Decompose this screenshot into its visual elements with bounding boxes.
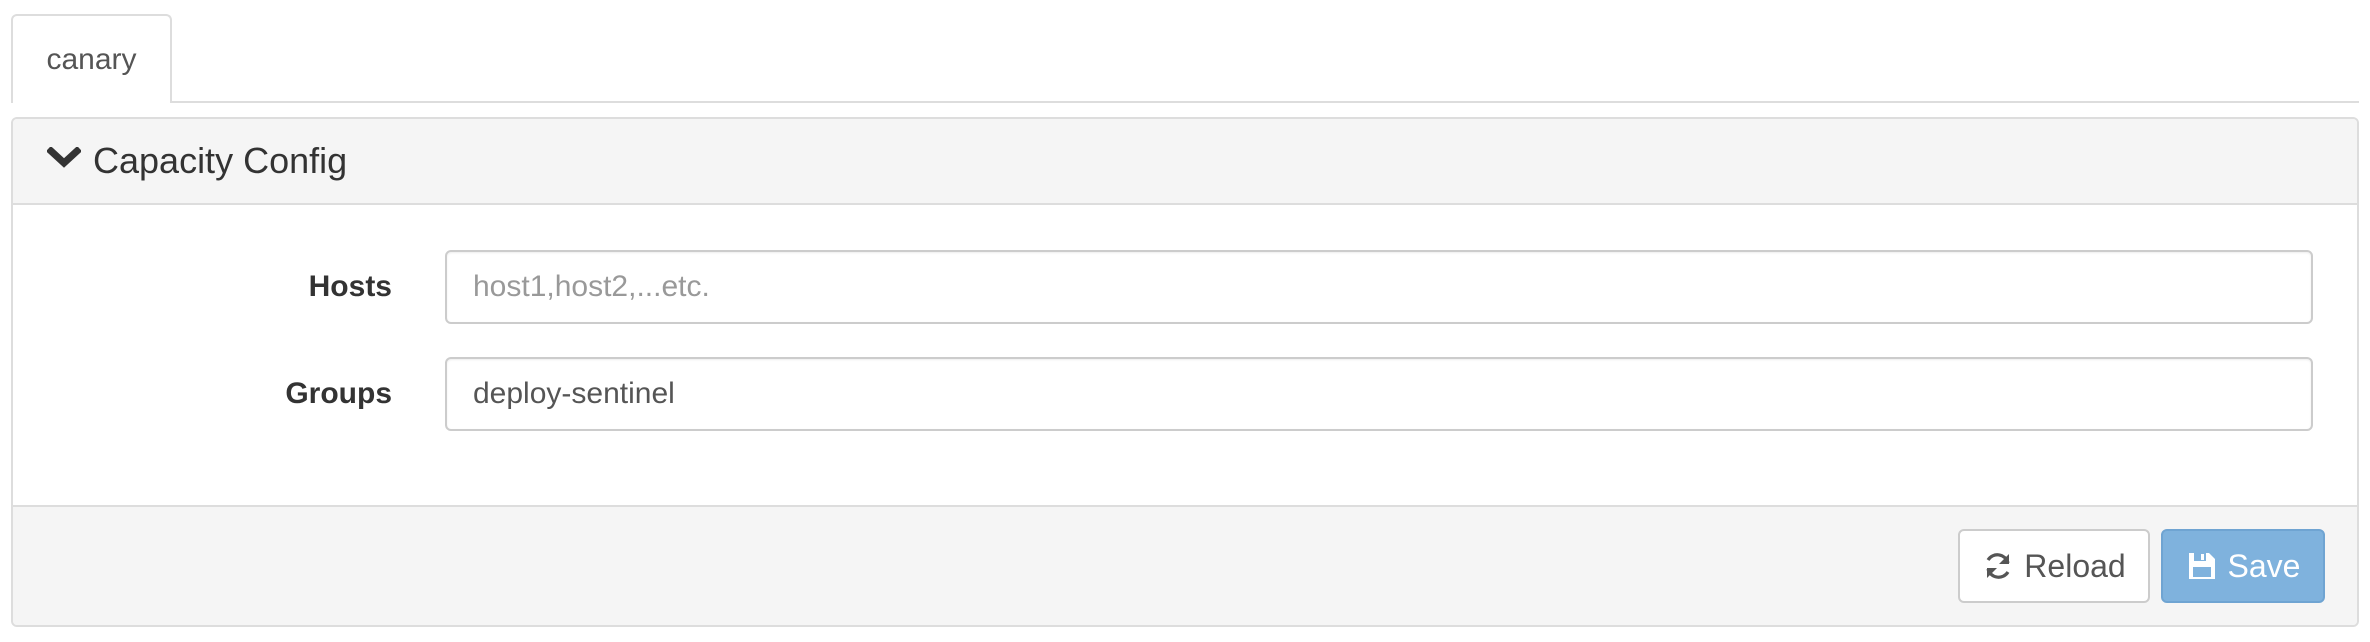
tab-label: canary (46, 42, 137, 76)
panel-footer: Reload Save (13, 505, 2357, 625)
save-icon (2186, 550, 2218, 582)
reload-button[interactable]: Reload (1958, 529, 2150, 603)
hosts-label: Hosts (308, 270, 392, 303)
refresh-icon (1982, 550, 2014, 582)
groups-input[interactable] (445, 357, 2313, 431)
panel-heading[interactable]: Capacity Config (13, 119, 2357, 205)
panel-title: Capacity Config (93, 140, 348, 181)
tab-canary[interactable]: canary (11, 14, 172, 105)
panel-body: Hosts Groups (13, 205, 2357, 505)
groups-row: Groups (13, 357, 2357, 431)
chevron-down-icon (47, 147, 81, 169)
save-button[interactable]: Save (2161, 529, 2325, 603)
tab-bar: canary (11, 14, 2359, 105)
reload-label: Reload (2024, 547, 2126, 584)
hosts-input[interactable] (445, 250, 2313, 324)
groups-label: Groups (285, 377, 392, 410)
save-label: Save (2227, 547, 2301, 584)
capacity-config-panel: Capacity Config Hosts Groups Reload (11, 117, 2359, 627)
hosts-row: Hosts (13, 250, 2357, 324)
